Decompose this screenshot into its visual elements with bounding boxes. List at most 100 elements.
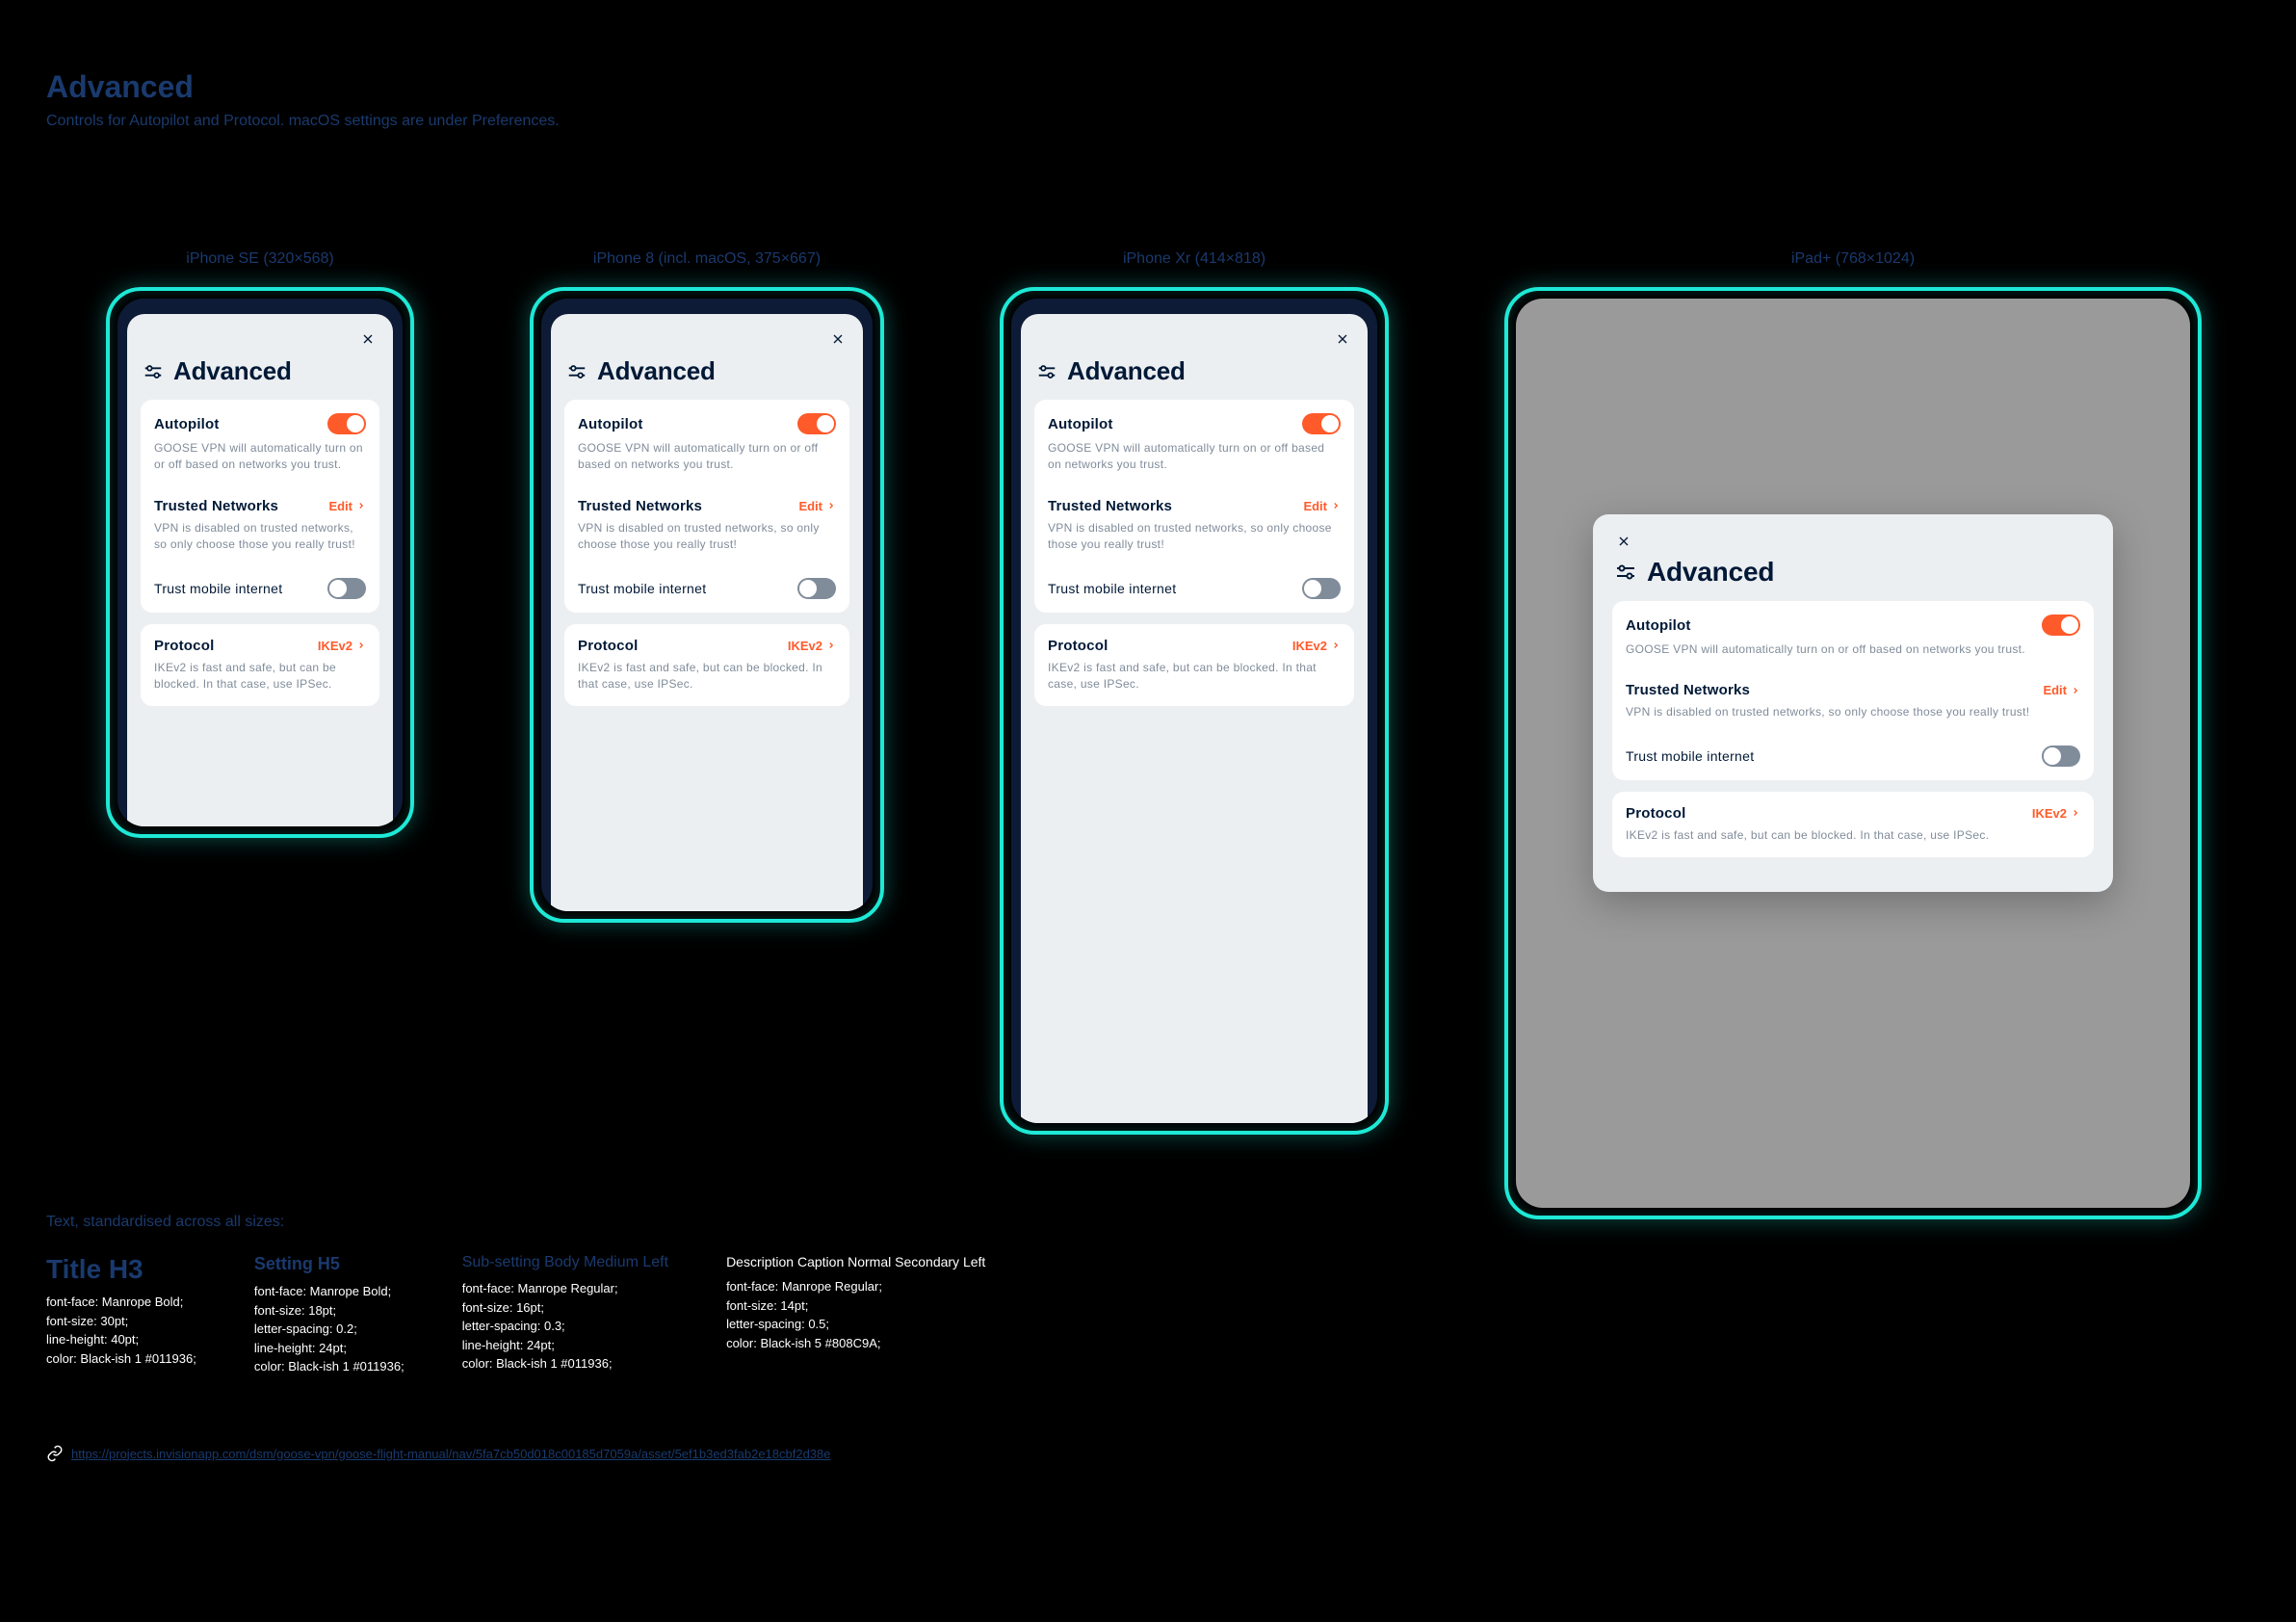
- trusted-networks-edit-button[interactable]: Edit: [1303, 499, 1341, 513]
- autopilot-title: Autopilot: [1048, 416, 1113, 432]
- trust-mobile-title: Trust mobile internet: [1626, 748, 1754, 764]
- sliders-icon: [143, 361, 164, 382]
- typespec-details: font-face: Manrope Regular; font-size: 1…: [726, 1277, 985, 1352]
- trust-mobile-title: Trust mobile internet: [578, 581, 706, 596]
- chevron-right-icon: [356, 641, 366, 650]
- edit-label: Edit: [798, 499, 822, 513]
- typespec-description-col: Description Caption Normal Secondary Lef…: [726, 1254, 985, 1376]
- sliders-icon: [1036, 361, 1057, 382]
- sheet-title: Advanced: [1647, 557, 1774, 588]
- close-button[interactable]: [356, 327, 379, 351]
- device-label: iPhone Xr (414×818): [1123, 250, 1265, 268]
- protocol-value: IKEv2: [788, 639, 822, 653]
- trust-mobile-title: Trust mobile internet: [1048, 581, 1176, 596]
- protocol-title: Protocol: [1626, 805, 1685, 822]
- device-screen: Advanced Autopilot GOOSE VPN will automa…: [541, 299, 873, 911]
- typespec-title-col: Title H3 font-face: Manrope Bold; font-s…: [46, 1254, 196, 1376]
- device-frame: Advanced Autopilot GOOSE VPN will automa…: [1000, 287, 1389, 1135]
- chevron-right-icon: [1331, 641, 1341, 650]
- autopilot-card: Autopilot GOOSE VPN will automatically t…: [1612, 601, 2094, 780]
- trust-mobile-toggle[interactable]: [1302, 578, 1341, 599]
- sheet-title: Advanced: [173, 356, 292, 386]
- device-mockups-row: iPhone SE (320×568) Advanced: [106, 250, 2202, 1219]
- trusted-networks-edit-button[interactable]: Edit: [328, 499, 366, 513]
- protocol-card: Protocol IKEv2 IKEv2 is fast and safe, b…: [1612, 792, 2094, 857]
- device-label: iPhone 8 (incl. macOS, 375×667): [593, 250, 821, 268]
- typespec-sample: Sub-setting Body Medium Left: [462, 1254, 668, 1271]
- advanced-sheet: Advanced Autopilot GOOSE VPN will automa…: [551, 314, 863, 911]
- autopilot-title: Autopilot: [154, 416, 220, 432]
- chevron-right-icon: [826, 641, 836, 650]
- reference-link[interactable]: https://projects.invisionapp.com/dsm/goo…: [71, 1447, 831, 1461]
- typespec-sample: Title H3: [46, 1254, 196, 1285]
- trust-mobile-title: Trust mobile internet: [154, 581, 282, 596]
- device-frame: Advanced Autopilot GOOSE VPN will automa…: [530, 287, 884, 923]
- protocol-select[interactable]: IKEv2: [1292, 639, 1341, 653]
- protocol-select[interactable]: IKEv2: [318, 639, 366, 653]
- typespec-sample: Description Caption Normal Secondary Lef…: [726, 1254, 985, 1269]
- typespec-setting-col: Setting H5 font-face: Manrope Bold; font…: [254, 1254, 404, 1376]
- typespec-details: font-face: Manrope Regular; font-size: 1…: [462, 1279, 668, 1373]
- autopilot-card: Autopilot GOOSE VPN will automatically t…: [564, 400, 849, 613]
- link-icon: [46, 1445, 64, 1462]
- device-iphone-xr: iPhone Xr (414×818) Advanced: [1000, 250, 1389, 1135]
- close-icon: [1616, 534, 1631, 549]
- protocol-select[interactable]: IKEv2: [788, 639, 836, 653]
- advanced-sheet: Advanced Autopilot GOOSE VPN will automa…: [127, 314, 393, 826]
- autopilot-toggle[interactable]: [327, 413, 366, 434]
- autopilot-card: Autopilot GOOSE VPN will automatically t…: [141, 400, 379, 613]
- trusted-networks-title: Trusted Networks: [1048, 498, 1172, 514]
- protocol-title: Protocol: [1048, 638, 1108, 654]
- protocol-value: IKEv2: [318, 639, 352, 653]
- trust-mobile-toggle[interactable]: [797, 578, 836, 599]
- typespec-subsetting-col: Sub-setting Body Medium Left font-face: …: [462, 1254, 668, 1376]
- advanced-sheet: Advanced Autopilot GOOSE VPN will automa…: [1021, 314, 1368, 1123]
- protocol-card: Protocol IKEv2 IKEv2 is fast and safe, b…: [564, 624, 849, 707]
- advanced-modal: Advanced Autopilot GOOSE VPN will automa…: [1593, 514, 2113, 892]
- autopilot-desc: GOOSE VPN will automatically turn on or …: [154, 440, 366, 474]
- protocol-value: IKEv2: [2032, 806, 2067, 821]
- trusted-networks-desc: VPN is disabled on trusted networks, so …: [154, 520, 366, 554]
- trusted-networks-edit-button[interactable]: Edit: [798, 499, 836, 513]
- trusted-networks-desc: VPN is disabled on trusted networks, so …: [1626, 704, 2080, 720]
- device-screen: Advanced Autopilot GOOSE VPN will automa…: [1011, 299, 1377, 1123]
- protocol-desc: IKEv2 is fast and safe, but can be block…: [154, 660, 366, 693]
- device-frame: Advanced Autopilot GOOSE VPN will automa…: [1504, 287, 2202, 1219]
- autopilot-toggle[interactable]: [1302, 413, 1341, 434]
- reference-link-row: https://projects.invisionapp.com/dsm/goo…: [46, 1445, 831, 1462]
- device-screen: Advanced Autopilot GOOSE VPN will automa…: [1516, 299, 2190, 1208]
- close-button[interactable]: [1331, 327, 1354, 351]
- chevron-right-icon: [2071, 808, 2080, 818]
- close-button[interactable]: [1612, 530, 1635, 553]
- page-header: Advanced Controls for Autopilot and Prot…: [46, 69, 560, 130]
- typespec-details: font-face: Manrope Bold; font-size: 18pt…: [254, 1282, 404, 1376]
- device-iphone-8: iPhone 8 (incl. macOS, 375×667) Advanced: [530, 250, 884, 923]
- edit-label: Edit: [1303, 499, 1327, 513]
- device-screen: Advanced Autopilot GOOSE VPN will automa…: [117, 299, 403, 826]
- trust-mobile-toggle[interactable]: [2042, 746, 2080, 767]
- close-icon: [360, 331, 376, 347]
- autopilot-toggle[interactable]: [797, 413, 836, 434]
- autopilot-card: Autopilot GOOSE VPN will automatically t…: [1034, 400, 1354, 613]
- typespec-sample: Setting H5: [254, 1254, 404, 1274]
- protocol-title: Protocol: [578, 638, 638, 654]
- device-label: iPhone SE (320×568): [186, 250, 333, 268]
- trusted-networks-edit-button[interactable]: Edit: [2043, 683, 2080, 697]
- protocol-desc: IKEv2 is fast and safe, but can be block…: [1626, 827, 2080, 844]
- autopilot-title: Autopilot: [578, 416, 643, 432]
- autopilot-title: Autopilot: [1626, 617, 1691, 634]
- autopilot-toggle[interactable]: [2042, 615, 2080, 636]
- typespec-details: font-face: Manrope Bold; font-size: 30pt…: [46, 1293, 196, 1368]
- chevron-right-icon: [1331, 501, 1341, 510]
- protocol-select[interactable]: IKEv2: [2032, 806, 2080, 821]
- protocol-desc: IKEv2 is fast and safe, but can be block…: [578, 660, 836, 693]
- artboard-section-title: Advanced: [46, 69, 560, 105]
- protocol-value: IKEv2: [1292, 639, 1327, 653]
- sheet-title: Advanced: [597, 356, 716, 386]
- sheet-title: Advanced: [1067, 356, 1186, 386]
- trust-mobile-toggle[interactable]: [327, 578, 366, 599]
- trusted-networks-desc: VPN is disabled on trusted networks, so …: [578, 520, 836, 554]
- protocol-card: Protocol IKEv2 IKEv2 is fast and safe, b…: [141, 624, 379, 707]
- protocol-card: Protocol IKEv2 IKEv2 is fast and safe, b…: [1034, 624, 1354, 707]
- close-button[interactable]: [826, 327, 849, 351]
